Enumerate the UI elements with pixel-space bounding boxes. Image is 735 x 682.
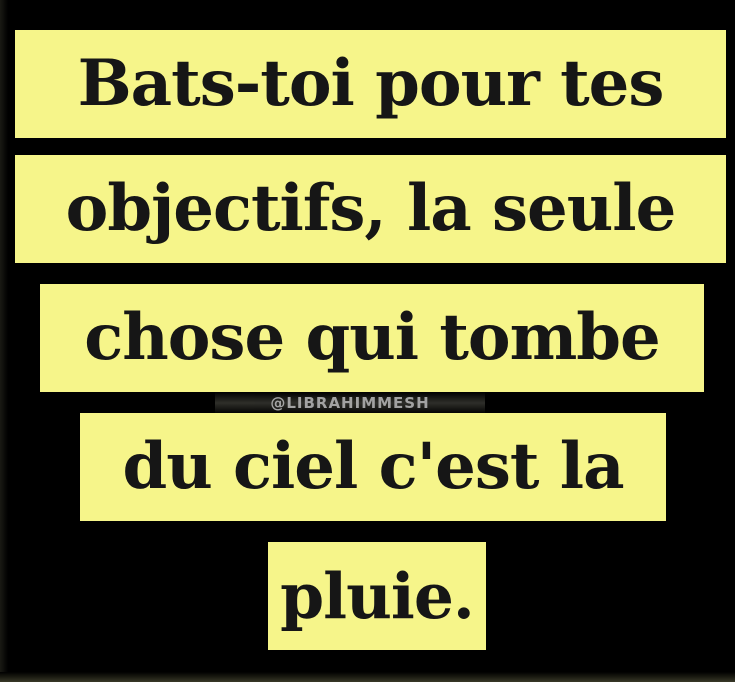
quote-line-2-text: objectifs, la seule [65, 171, 677, 246]
quote-line-4: du ciel c'est la [80, 413, 666, 521]
quote-line-2: objectifs, la seule [15, 155, 726, 263]
quote-line-4-text: du ciel c'est la [122, 429, 624, 504]
quote-line-1-text: Bats-toi pour tes [77, 46, 665, 121]
left-edge-shadow [0, 0, 8, 682]
quote-image: Bats-toi pour tes objectifs, la seule ch… [0, 0, 735, 682]
bottom-edge-band [0, 672, 735, 682]
quote-line-5: pluie. [268, 542, 486, 650]
watermark: @LIBRAHIMMESH [215, 392, 485, 414]
quote-line-5-text: pluie. [280, 558, 475, 633]
quote-line-3: chose qui tombe [40, 284, 704, 392]
quote-line-3-text: chose qui tombe [84, 300, 661, 375]
quote-line-1: Bats-toi pour tes [15, 30, 726, 138]
